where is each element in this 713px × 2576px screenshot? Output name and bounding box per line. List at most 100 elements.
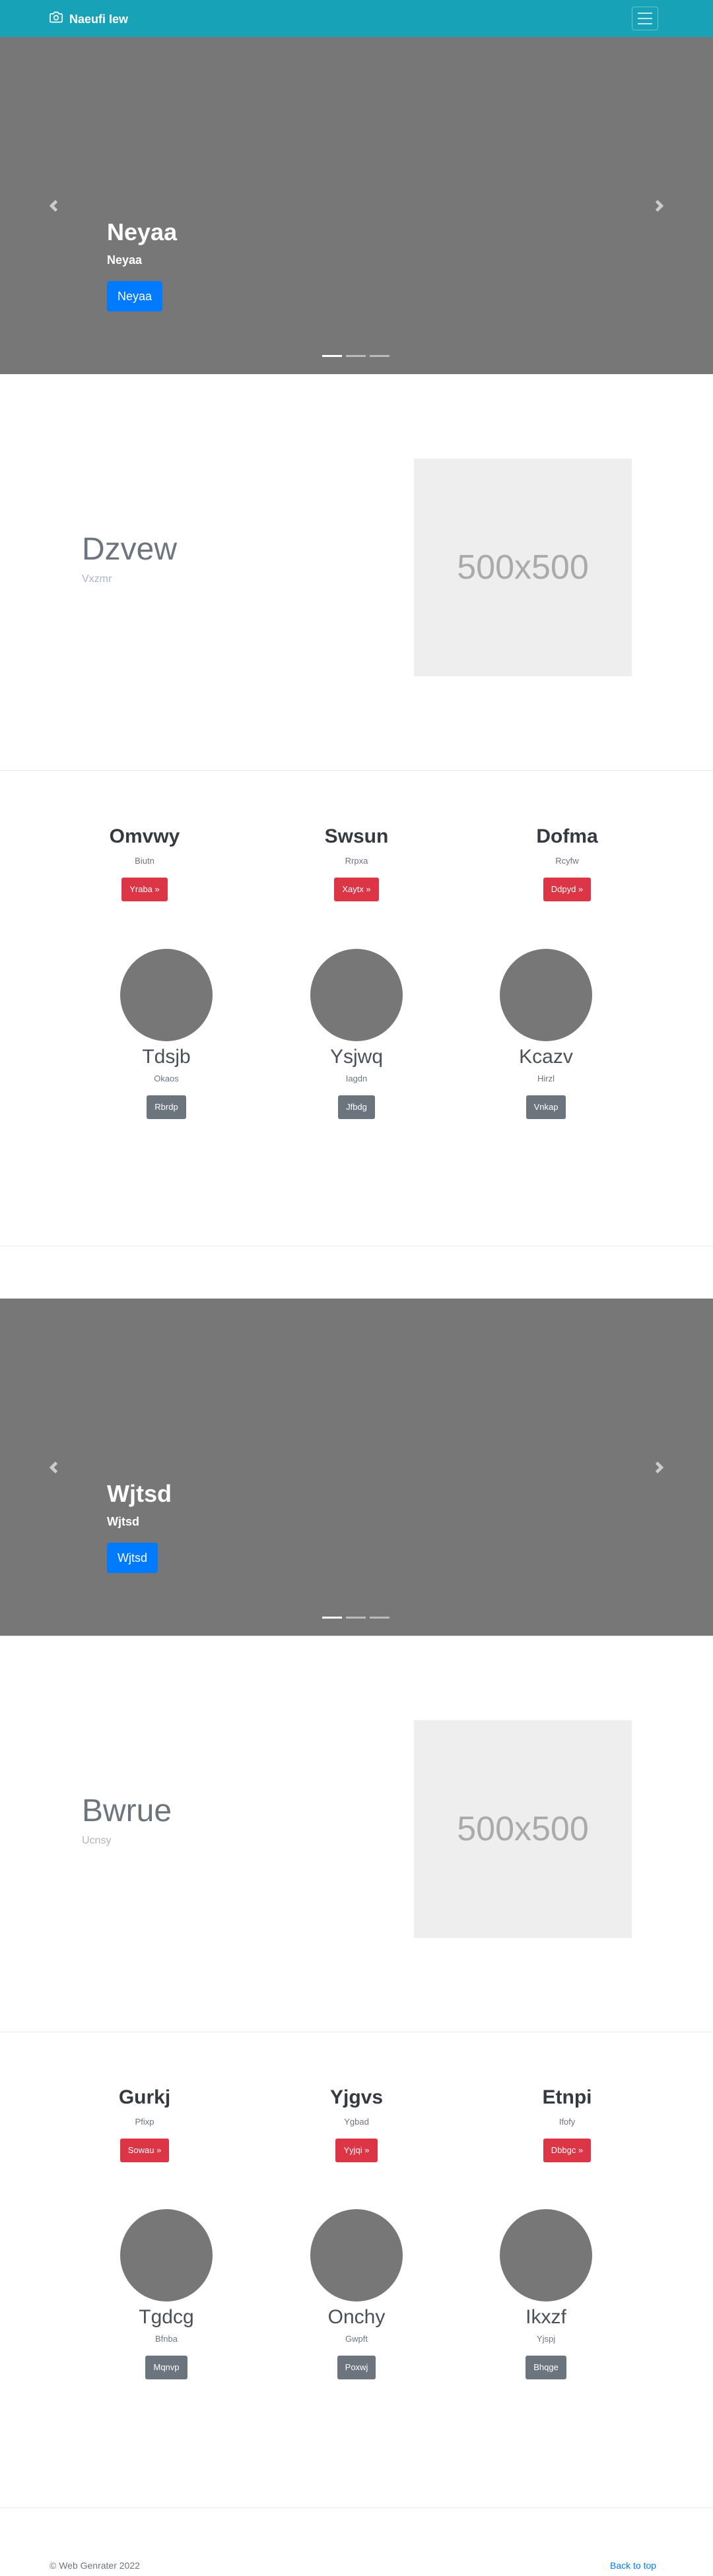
- circle-title: Onchy: [327, 2306, 386, 2328]
- image-placeholder-label: 500x500: [457, 548, 589, 587]
- carousel-button[interactable]: Neyaa: [107, 281, 163, 311]
- footer-copyright: © Web Genrater 2022: [50, 2560, 140, 2571]
- circle-title: Ikxzf: [526, 2306, 566, 2328]
- circle-text: Iagdn: [345, 1074, 368, 1083]
- column-title: Gurkj: [118, 2086, 171, 2108]
- column-text: Rrpxa: [345, 856, 368, 866]
- carousel-next-button[interactable]: [650, 1454, 669, 1481]
- column-title: Omvwy: [109, 825, 180, 847]
- circle-text: Hirzl: [537, 1074, 555, 1083]
- featurette-image: 500x500: [414, 459, 632, 676]
- circle-image: [500, 2209, 592, 2302]
- circle-button[interactable]: Bhqge: [526, 2356, 566, 2379]
- featurette: Bwrue Ucnsy 500x500: [0, 1636, 713, 2032]
- carousel-indicator[interactable]: [370, 1617, 390, 1619]
- circle-button[interactable]: Poxwj: [337, 2356, 376, 2379]
- carousel-button[interactable]: Wjtsd: [107, 1543, 158, 1573]
- column: Etnpi Ifofy Dbbgc »: [488, 2086, 646, 2162]
- carousel-title: Wjtsd: [107, 1480, 172, 1507]
- circle-text: Yjspj: [536, 2334, 556, 2344]
- circle-image: [310, 2209, 403, 2302]
- column: Gurkj Pfixp Sowau »: [65, 2086, 224, 2162]
- circle-column: Kcazv Hirzl Vnkap: [467, 949, 625, 1119]
- brand-label: Naeufi Iew: [69, 13, 129, 26]
- circle-button[interactable]: Vnkap: [526, 1095, 566, 1119]
- carousel: Neyaa Neyaa Neyaa: [0, 37, 713, 374]
- circle-button[interactable]: Rbrdp: [147, 1095, 186, 1119]
- circle-column: Tdsjb Okaos Rbrdp: [87, 949, 246, 1119]
- image-placeholder-label: 500x500: [457, 1810, 589, 1848]
- carousel-indicator[interactable]: [346, 355, 366, 357]
- circle-column: Ysjwq Iagdn Jfbdg: [277, 949, 436, 1119]
- circle-button[interactable]: Jfbdg: [338, 1095, 375, 1119]
- carousel-indicator[interactable]: [322, 355, 342, 357]
- carousel-prev-button[interactable]: [44, 193, 63, 219]
- carousel-indicator[interactable]: [370, 355, 390, 357]
- column-text: Biutn: [135, 856, 154, 866]
- chevron-right-icon: [655, 199, 664, 212]
- carousel: Wjtsd Wjtsd Wjtsd: [0, 1299, 713, 1636]
- circle-text: Bfnba: [155, 2334, 178, 2344]
- carousel-indicators: [322, 355, 390, 357]
- carousel-title: Neyaa: [107, 218, 178, 245]
- camera-icon: [50, 11, 63, 28]
- circle-title: Tdsjb: [142, 1046, 191, 1068]
- column-button[interactable]: Yyjqi »: [335, 2139, 378, 2162]
- circle-column: Onchy Gwpft Poxwj: [277, 2209, 436, 2379]
- circle-image: [500, 949, 592, 1041]
- carousel-indicator[interactable]: [322, 1617, 342, 1619]
- circle-text: Okaos: [154, 1074, 179, 1083]
- carousel-indicators: [322, 1617, 390, 1619]
- divider: [0, 2507, 713, 2508]
- circle-button[interactable]: Mqnvp: [145, 2356, 187, 2379]
- column-text: Ifofy: [559, 2117, 576, 2127]
- column-button[interactable]: Sowau »: [119, 2139, 170, 2162]
- column-title: Dofma: [536, 825, 598, 847]
- chevron-left-icon: [49, 1461, 58, 1473]
- column-button[interactable]: Dbbgc »: [543, 2139, 592, 2162]
- column: Omvwy Biutn Yraba »: [65, 825, 224, 901]
- featurette-heading: Dzvew: [82, 532, 178, 567]
- circle-title: Ysjwq: [329, 1046, 384, 1068]
- column-text: Rcyfw: [555, 856, 579, 866]
- circle-column: Tgdcg Bfnba Mqnvp: [87, 2209, 246, 2379]
- column-button[interactable]: Yraba »: [121, 878, 168, 901]
- navbar-brand[interactable]: Naeufi Iew: [50, 11, 128, 28]
- featurette-image: 500x500: [414, 1720, 632, 1938]
- circle-image: [310, 949, 403, 1041]
- carousel-prev-button[interactable]: [44, 1454, 63, 1481]
- column: Swsun Rrpxa Xaytx »: [277, 825, 436, 901]
- circle-image: [120, 949, 213, 1041]
- carousel-next-button[interactable]: [650, 193, 669, 219]
- column: Dofma Rcyfw Ddpyd »: [488, 825, 646, 901]
- featurette: Dzvew Vxzmr 500x500: [0, 374, 713, 770]
- column-button[interactable]: Xaytx »: [334, 878, 379, 901]
- featurette-heading: Bwrue: [82, 1793, 172, 1828]
- divider: [0, 770, 713, 771]
- navbar: Naeufi Iew: [0, 0, 713, 37]
- column-title: Etnpi: [542, 2086, 592, 2108]
- circle-text: Gwpft: [345, 2334, 368, 2344]
- featurette-text: Vxzmr: [82, 573, 112, 585]
- carousel-caption: Wjtsd Wjtsd Wjtsd: [107, 1479, 172, 1573]
- circle-column: Ikxzf Yjspj Bhqge: [467, 2209, 625, 2379]
- circle-title: Tgdcg: [139, 2306, 194, 2328]
- navbar-toggler-button[interactable]: [632, 7, 658, 30]
- circle-image: [120, 2209, 213, 2302]
- page: Naeufi Iew Neyaa Neyaa Neyaa Dzvew Vxzmr: [0, 0, 713, 2576]
- column-button[interactable]: Ddpyd »: [543, 878, 592, 901]
- chevron-left-icon: [49, 199, 58, 212]
- column-title: Yjgvs: [329, 2086, 384, 2108]
- chevron-right-icon: [655, 1461, 664, 1473]
- carousel-subtitle: Wjtsd: [107, 1515, 139, 1528]
- column: Yjgvs Ygbad Yyjqi »: [277, 2086, 436, 2162]
- carousel-subtitle: Neyaa: [107, 253, 143, 267]
- back-to-top-link[interactable]: Back to top: [610, 2560, 656, 2571]
- hamburger-icon: [638, 13, 652, 14]
- carousel-caption: Neyaa Neyaa Neyaa: [107, 218, 177, 311]
- featurette-text: Ucnsy: [82, 1835, 112, 1846]
- column-text: Ygbad: [344, 2117, 369, 2127]
- circle-title: Kcazv: [519, 1046, 573, 1068]
- carousel-indicator[interactable]: [346, 1617, 366, 1619]
- column-text: Pfixp: [135, 2117, 154, 2127]
